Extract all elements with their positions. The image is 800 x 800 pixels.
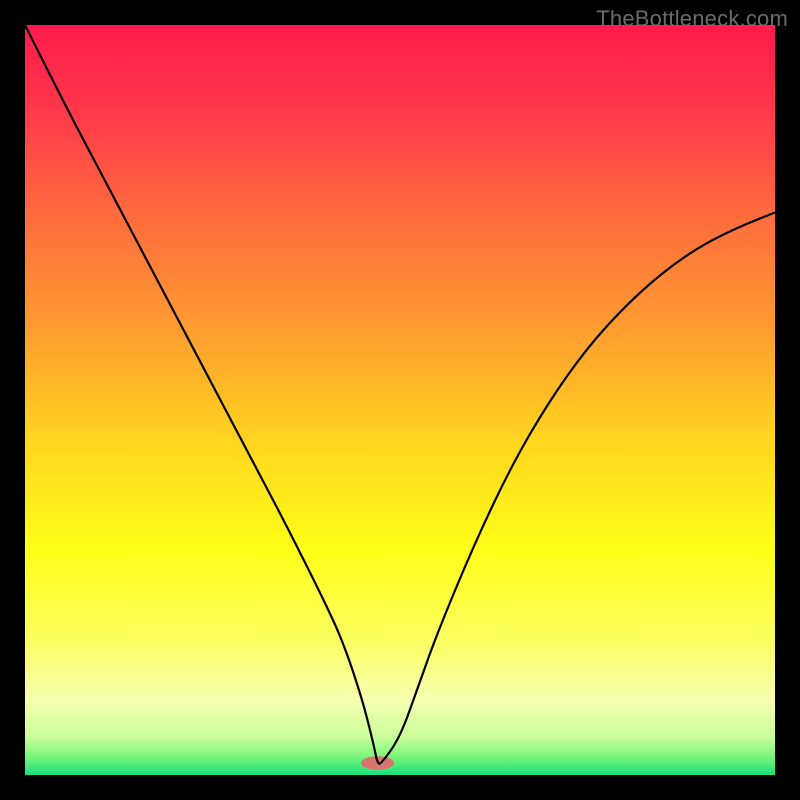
chart-frame: TheBottleneck.com xyxy=(0,0,800,800)
watermark-text: TheBottleneck.com xyxy=(596,6,788,32)
plot-area xyxy=(25,25,775,775)
gradient-background xyxy=(25,25,775,775)
chart-svg xyxy=(25,25,775,775)
